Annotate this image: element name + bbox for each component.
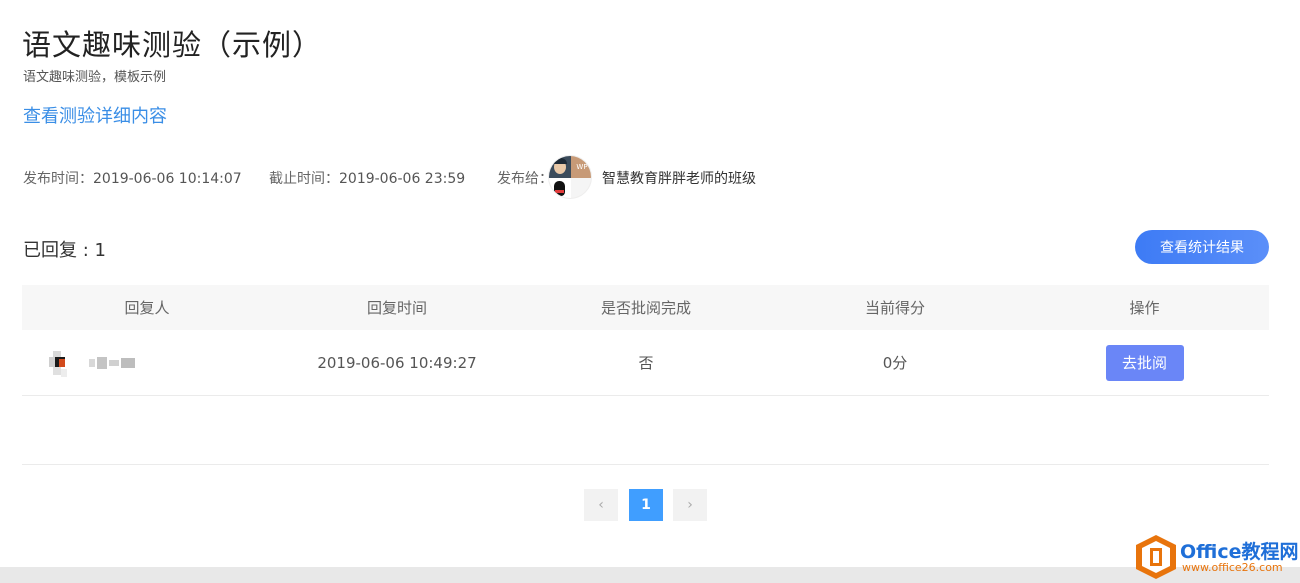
replier-avatar: [47, 347, 69, 379]
header-reviewed: 是否批阅完成: [600, 299, 691, 317]
deadline-time-value: 2019-06-06 23:59: [339, 171, 466, 187]
pagination-prev-button[interactable]: ‹: [584, 489, 618, 521]
page-title: 语文趣味测验（示例）: [22, 28, 323, 62]
table-row: 2019-06-06 10:49:27 否 0分 去批阅: [22, 330, 1269, 396]
pagination-next-button[interactable]: ›: [673, 489, 707, 521]
publish-time-label: 发布时间：: [23, 171, 93, 187]
class-avatar: WP: [548, 155, 592, 199]
divider: [22, 464, 1269, 465]
watermark-url: www.office26.com: [1182, 561, 1283, 574]
target-class-name: 智慧教育胖胖老师的班级: [602, 171, 756, 187]
replied-count: 已回复 : 1: [23, 240, 106, 261]
publish-time-value: 2019-06-06 10:14:07: [93, 171, 242, 187]
target-label: 发布给：: [497, 171, 553, 187]
replier-cell: [22, 347, 272, 379]
office-logo-icon: [1136, 535, 1176, 579]
header-score: 当前得分: [864, 299, 925, 317]
replier-name-blurred: [89, 356, 137, 370]
reviewed-cell: 否: [638, 354, 654, 372]
page-subtitle: 语文趣味测验，模板示例: [23, 70, 167, 85]
reply-table: 回复人 回复时间 是否批阅完成 当前得分 操作 2019-06-06 10:49…: [22, 285, 1269, 396]
header-reply-time: 回复时间: [366, 299, 427, 317]
reply-time-cell: 2019-06-06 10:49:27: [317, 353, 477, 372]
header-replier: 回复人: [124, 299, 170, 317]
deadline-time: 截止时间：2019-06-06 23:59: [269, 168, 465, 188]
pagination-page-1[interactable]: 1: [629, 489, 663, 521]
table-header: 回复人 回复时间 是否批阅完成 当前得分 操作: [22, 285, 1269, 330]
action-cell: 去批阅: [1020, 344, 1269, 381]
score-cell: 0分: [882, 354, 908, 372]
watermark: Office教程网 www.office26.com: [1134, 531, 1300, 583]
chevron-right-icon: ›: [687, 497, 693, 513]
deadline-time-label: 截止时间：: [269, 171, 339, 187]
review-button[interactable]: 去批阅: [1105, 344, 1184, 381]
watermark-brand: Office教程网: [1180, 541, 1299, 563]
view-detail-link[interactable]: 查看测验详细内容: [23, 102, 167, 128]
view-stats-button[interactable]: 查看统计结果: [1135, 230, 1269, 264]
header-action: 操作: [1129, 299, 1160, 317]
publish-time: 发布时间：2019-06-06 10:14:07: [23, 168, 242, 188]
chevron-left-icon: ‹: [598, 497, 604, 513]
bottom-scroll-bar: [0, 567, 1300, 583]
